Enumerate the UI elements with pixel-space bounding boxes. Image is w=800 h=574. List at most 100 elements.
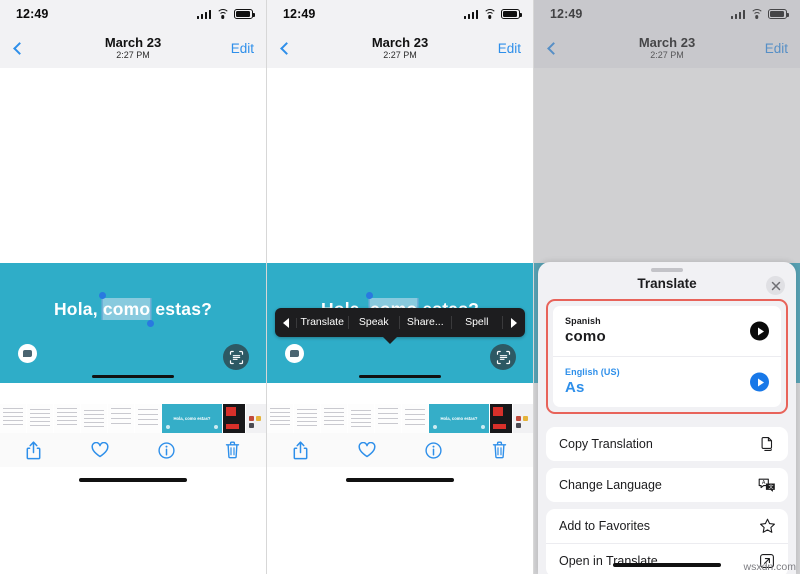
share-icon	[293, 440, 308, 459]
text-context-menu[interactable]: Translate Speak Share... Spell	[275, 308, 525, 344]
home-indicator	[613, 563, 721, 567]
triangle-left-icon	[282, 317, 289, 328]
list-item-selected[interactable]: Hola, como estas?	[429, 404, 489, 433]
list-item[interactable]	[246, 404, 266, 433]
home-indicator	[346, 478, 454, 482]
status-indicators	[463, 9, 522, 19]
list-item-selected[interactable]: Hola, como estas?	[162, 404, 222, 433]
signal-bars-icon	[196, 9, 211, 19]
list-item[interactable]	[0, 404, 26, 433]
back-button[interactable]	[543, 35, 563, 61]
back-button[interactable]	[9, 35, 29, 61]
photo-text-suffix: estas?	[150, 299, 213, 319]
menu-item-change-language[interactable]: Change Language A 文	[546, 468, 788, 502]
status-indicators	[196, 9, 255, 19]
chevron-left-icon	[279, 41, 293, 55]
svg-text:文: 文	[769, 484, 774, 491]
list-item[interactable]	[108, 404, 134, 433]
live-text-scan-icon[interactable]	[490, 344, 516, 370]
nav-title-time: 2:27 PM	[116, 50, 150, 60]
three-panel-screenshot: 12:49 March 23 2:27 PM Edit Hola, como e…	[0, 0, 800, 574]
edit-button[interactable]: Edit	[765, 41, 788, 56]
photo-teal-band[interactable]: Hola, como estas?	[0, 263, 266, 383]
menu-item-label: Copy Translation	[559, 437, 653, 451]
change-language-icon: A 文	[757, 475, 777, 495]
list-item[interactable]	[267, 404, 293, 433]
nav-title-date: March 23	[371, 35, 429, 50]
change-language-glyph: A 文	[758, 478, 775, 492]
play-source-button[interactable]	[750, 321, 769, 341]
photo-canvas[interactable]: Hola, como estas? Translate Speak Share.…	[267, 68, 533, 489]
navigation-bar: March 23 2:27 PM Edit	[0, 28, 266, 68]
panel-photo-selection: 12:49 March 23 2:27 PM Edit Hola, como e…	[0, 0, 267, 574]
photo-filmstrip[interactable]: Hola, como estas?	[0, 404, 266, 433]
photo-canvas[interactable]: Hola, como estas? Hola, como estas?	[0, 68, 266, 489]
info-button[interactable]	[149, 435, 183, 465]
photo-filmstrip[interactable]: Hola, como estas?	[267, 404, 533, 433]
list-item[interactable]	[402, 404, 428, 433]
list-item[interactable]	[375, 404, 401, 433]
menu-item-speak[interactable]: Speak	[349, 316, 400, 329]
menu-item-spell[interactable]: Spell	[452, 316, 503, 329]
target-row[interactable]: English (US) As	[553, 356, 781, 407]
list-item[interactable]	[81, 404, 107, 433]
status-indicators	[730, 9, 789, 19]
list-item[interactable]	[321, 404, 347, 433]
list-item[interactable]	[135, 404, 161, 433]
menu-next-button[interactable]	[503, 317, 525, 328]
list-item[interactable]	[27, 404, 53, 433]
page-title: March 23 2:27 PM	[534, 35, 800, 61]
source-row[interactable]: Spanish como	[553, 306, 781, 356]
list-item[interactable]	[513, 404, 533, 433]
text-selection[interactable]: como	[98, 292, 155, 327]
trash-icon	[493, 441, 507, 459]
selection-handle-start[interactable]	[365, 292, 373, 299]
menu-item-copy-translation[interactable]: Copy Translation	[546, 427, 788, 461]
nav-title-date: March 23	[638, 35, 696, 50]
sheet-grabber[interactable]	[651, 268, 683, 272]
menu-item-label: Add to Favorites	[559, 519, 651, 533]
live-text-scan-icon[interactable]	[223, 344, 249, 370]
play-target-button[interactable]	[750, 372, 769, 392]
chevron-left-icon	[12, 41, 26, 55]
share-button[interactable]	[16, 435, 50, 465]
list-item[interactable]	[348, 404, 374, 433]
play-icon	[757, 327, 764, 335]
edit-button[interactable]: Edit	[231, 41, 254, 56]
back-button[interactable]	[276, 35, 296, 61]
menu-prev-button[interactable]	[275, 317, 297, 328]
wifi-icon	[216, 9, 229, 19]
menu-item-share[interactable]: Share...	[400, 316, 452, 329]
favorite-button[interactable]	[83, 435, 117, 465]
status-time: 12:49	[550, 7, 583, 21]
menu-item-translate[interactable]: Translate	[297, 316, 349, 329]
favorite-button[interactable]	[350, 435, 384, 465]
translation-highlight-box: Spanish como English (US) As	[546, 299, 788, 414]
live-photo-icon[interactable]	[18, 344, 37, 363]
delete-button[interactable]	[216, 435, 250, 465]
heart-icon	[358, 442, 376, 458]
list-item[interactable]	[54, 404, 80, 433]
list-item[interactable]	[294, 404, 320, 433]
selection-handle-start[interactable]	[98, 292, 106, 299]
selected-word[interactable]: como	[102, 298, 151, 320]
list-item[interactable]	[223, 404, 245, 433]
info-icon	[158, 441, 175, 459]
nav-title-time: 2:27 PM	[383, 50, 417, 60]
list-item[interactable]	[490, 404, 512, 433]
delete-button[interactable]	[483, 435, 517, 465]
heart-icon	[91, 442, 109, 458]
live-photo-icon[interactable]	[285, 344, 304, 363]
close-button[interactable]	[766, 276, 785, 295]
bottom-toolbar	[0, 433, 266, 467]
info-button[interactable]	[416, 435, 450, 465]
photo-home-indicator	[359, 375, 441, 378]
edit-button[interactable]: Edit	[498, 41, 521, 56]
home-indicator	[79, 478, 187, 482]
sheet-action-list: Copy Translation Change Language A 文 Add…	[546, 427, 788, 574]
share-button[interactable]	[283, 435, 317, 465]
selection-handle-end[interactable]	[147, 320, 155, 327]
signal-bars-icon	[463, 9, 478, 19]
menu-item-add-to-favorites[interactable]: Add to Favorites	[546, 509, 788, 543]
status-time: 12:49	[283, 7, 316, 21]
